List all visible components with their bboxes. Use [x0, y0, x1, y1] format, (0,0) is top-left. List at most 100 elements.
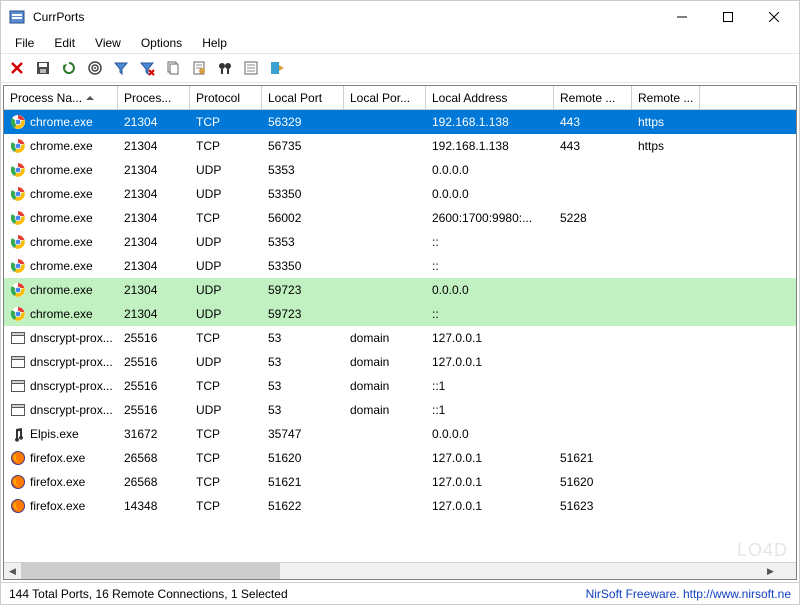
cell: 26568 — [118, 470, 190, 494]
menu-file[interactable]: File — [5, 34, 44, 52]
statusbar: 144 Total Ports, 16 Remote Connections, … — [1, 582, 799, 604]
cell: UDP — [190, 158, 262, 182]
scroll-left-icon[interactable]: ◀ — [4, 563, 21, 580]
cell: TCP — [190, 494, 262, 518]
table-row[interactable]: chrome.exe21304UDP53530.0.0.0 — [4, 158, 796, 182]
cell: 31672 — [118, 422, 190, 446]
scroll-right-icon[interactable]: ▶ — [762, 563, 779, 580]
cell: TCP — [190, 326, 262, 350]
cell: TCP — [190, 422, 262, 446]
cell: 192.168.1.138 — [426, 110, 554, 134]
table-body[interactable]: chrome.exe21304TCP56329192.168.1.138443h… — [4, 110, 796, 562]
table-row[interactable]: dnscrypt-prox...25516TCP53domain127.0.0.… — [4, 326, 796, 350]
clear-filter-icon[interactable] — [137, 58, 157, 78]
menu-options[interactable]: Options — [131, 34, 192, 52]
table-row[interactable]: chrome.exe21304UDP5353:: — [4, 230, 796, 254]
table-row[interactable]: firefox.exe26568TCP51620127.0.0.151621 — [4, 446, 796, 470]
cell — [344, 470, 426, 494]
scroll-thumb[interactable] — [21, 563, 280, 579]
cell: 56329 — [262, 110, 344, 134]
cell: UDP — [190, 230, 262, 254]
save-icon[interactable] — [33, 58, 53, 78]
exit-icon[interactable] — [267, 58, 287, 78]
cell: :: — [426, 230, 554, 254]
table-row[interactable]: chrome.exe21304TCP56329192.168.1.138443h… — [4, 110, 796, 134]
cell — [632, 398, 700, 422]
cell: TCP — [190, 134, 262, 158]
cell: 59723 — [262, 302, 344, 326]
column-protocol[interactable]: Protocol — [190, 86, 262, 109]
table-row[interactable]: dnscrypt-prox...25516UDP53domain::1 — [4, 398, 796, 422]
cell: domain — [344, 350, 426, 374]
cell: 53 — [262, 326, 344, 350]
horizontal-scrollbar[interactable]: ◀ ▶ — [4, 562, 796, 579]
table-row[interactable]: Elpis.exe31672TCP357470.0.0.0 — [4, 422, 796, 446]
table-row[interactable]: chrome.exe21304UDP597230.0.0.0 — [4, 278, 796, 302]
cell: 0.0.0.0 — [426, 182, 554, 206]
table-row[interactable]: dnscrypt-prox...25516TCP53domain::1 — [4, 374, 796, 398]
cell: 127.0.0.1 — [426, 470, 554, 494]
cell: 127.0.0.1 — [426, 350, 554, 374]
auto-refresh-icon[interactable] — [85, 58, 105, 78]
cell: 21304 — [118, 278, 190, 302]
table-row[interactable]: chrome.exe21304UDP59723:: — [4, 302, 796, 326]
table-row[interactable]: chrome.exe21304UDP533500.0.0.0 — [4, 182, 796, 206]
cell: 51622 — [262, 494, 344, 518]
cell: chrome.exe — [4, 110, 118, 134]
filter-icon[interactable] — [111, 58, 131, 78]
html-report-icon[interactable] — [241, 58, 261, 78]
minimize-button[interactable] — [659, 2, 705, 32]
firefox-icon — [10, 450, 26, 466]
cell — [344, 446, 426, 470]
menu-view[interactable]: View — [85, 34, 131, 52]
cell — [344, 110, 426, 134]
table-row[interactable]: firefox.exe26568TCP51621127.0.0.151620 — [4, 470, 796, 494]
cell — [632, 446, 700, 470]
column-process-id[interactable]: Proces... — [118, 86, 190, 109]
cell — [632, 158, 700, 182]
copy-icon[interactable] — [163, 58, 183, 78]
cell: UDP — [190, 182, 262, 206]
titlebar: CurrPorts — [1, 1, 799, 33]
table-row[interactable]: chrome.exe21304TCP560022600:1700:9980:..… — [4, 206, 796, 230]
cell: 53 — [262, 374, 344, 398]
table-row[interactable]: firefox.exe14348TCP51622127.0.0.151623 — [4, 494, 796, 518]
column-local-address[interactable]: Local Address — [426, 86, 554, 109]
chrome-icon — [10, 162, 26, 178]
column-local-port[interactable]: Local Port — [262, 86, 344, 109]
maximize-button[interactable] — [705, 2, 751, 32]
menu-help[interactable]: Help — [192, 34, 237, 52]
table-row[interactable]: chrome.exe21304UDP53350:: — [4, 254, 796, 278]
column-process-name[interactable]: Process Na... — [4, 86, 118, 109]
table-header: Process Na... Proces... Protocol Local P… — [4, 86, 796, 110]
cell — [554, 254, 632, 278]
cell: 21304 — [118, 158, 190, 182]
menu-edit[interactable]: Edit — [44, 34, 85, 52]
chrome-icon — [10, 306, 26, 322]
cell: 443 — [554, 134, 632, 158]
cell — [554, 182, 632, 206]
find-icon[interactable] — [215, 58, 235, 78]
cell: https — [632, 134, 700, 158]
cell: 127.0.0.1 — [426, 326, 554, 350]
cell: TCP — [190, 374, 262, 398]
window-icon — [10, 378, 26, 394]
table-row[interactable]: chrome.exe21304TCP56735192.168.1.138443h… — [4, 134, 796, 158]
refresh-icon[interactable] — [59, 58, 79, 78]
column-remote-port-name[interactable]: Remote ... — [632, 86, 700, 109]
column-local-port-name[interactable]: Local Por... — [344, 86, 426, 109]
table-row[interactable]: dnscrypt-prox...25516UDP53domain127.0.0.… — [4, 350, 796, 374]
close-connection-icon[interactable] — [7, 58, 27, 78]
cell: 443 — [554, 110, 632, 134]
column-remote-port[interactable]: Remote ... — [554, 86, 632, 109]
close-button[interactable] — [751, 2, 797, 32]
cell: UDP — [190, 398, 262, 422]
cell: 21304 — [118, 230, 190, 254]
properties-icon[interactable] — [189, 58, 209, 78]
status-link[interactable]: NirSoft Freeware. http://www.nirsoft.ne — [586, 587, 791, 601]
cell: 2600:1700:9980:... — [426, 206, 554, 230]
cell: 25516 — [118, 374, 190, 398]
cell: 21304 — [118, 110, 190, 134]
chrome-icon — [10, 234, 26, 250]
chrome-icon — [10, 282, 26, 298]
